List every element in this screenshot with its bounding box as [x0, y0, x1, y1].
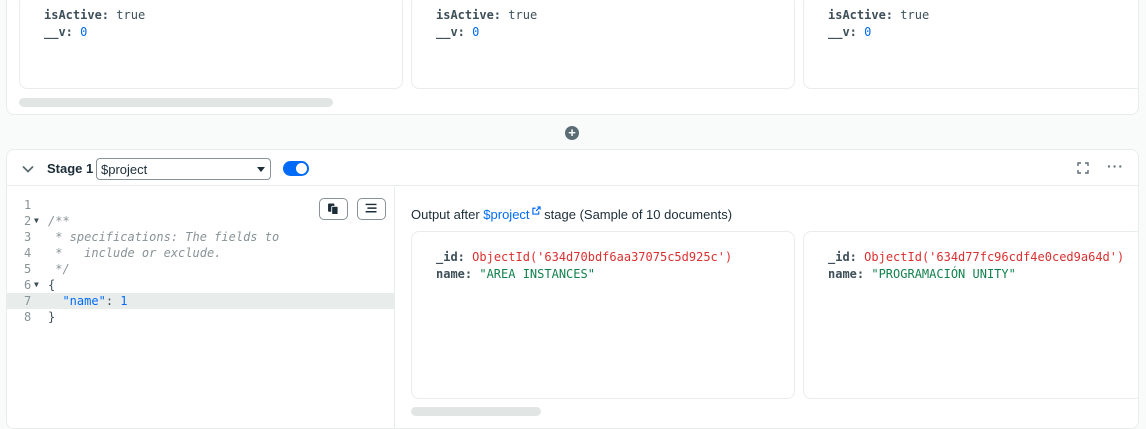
- stage-enabled-toggle[interactable]: [283, 161, 309, 176]
- external-link-icon[interactable]: [531, 206, 541, 215]
- stage-header: Stage 1 $project ···: [7, 150, 1138, 186]
- document-card: isActive: true __v: 0: [411, 0, 795, 89]
- stage-operator-select[interactable]: $project: [96, 158, 271, 180]
- field-value: 0: [472, 25, 480, 39]
- field-key: isActive:: [436, 8, 502, 22]
- line-number: 1: [24, 198, 32, 212]
- line-number: 6: [24, 278, 32, 292]
- fullscreen-icon[interactable]: [1076, 161, 1090, 175]
- stage-panel: Stage 1 $project ··· 1 2 ▼ 3 4 5 6 ▼ 7 8 /…: [6, 149, 1139, 429]
- line-number: 5: [24, 262, 32, 276]
- format-button[interactable]: [357, 198, 386, 220]
- field-value: "PROGRAMACIÓN UNITY": [871, 267, 1016, 281]
- code-line: "name": 1: [48, 293, 128, 309]
- output-label: Output after $project stage (Sample of 1…: [411, 206, 733, 222]
- document-card: _id: ObjectId('634d70bdf6aa37075c5d925c'…: [411, 231, 795, 399]
- field-value: ObjectId('634d70bdf6aa37075c5d925c'): [472, 250, 733, 264]
- caret-down-icon: [257, 167, 265, 172]
- line-number: 4: [24, 246, 32, 260]
- fold-arrow-icon[interactable]: ▼: [34, 213, 39, 229]
- operator-docs-link[interactable]: $project: [483, 207, 529, 222]
- chevron-down-icon[interactable]: [21, 162, 35, 176]
- line-number: 8: [24, 310, 32, 324]
- field-key: _id:: [828, 250, 857, 264]
- field-key: name:: [436, 267, 473, 281]
- code-comment: /**: [48, 214, 70, 228]
- horizontal-scrollbar[interactable]: [411, 407, 541, 416]
- copy-icon: [328, 203, 339, 215]
- field-value: true: [116, 8, 146, 22]
- field-key: _id:: [436, 250, 465, 264]
- document-card: isActive: true __v: 0: [19, 0, 403, 89]
- code-key: "name": [62, 294, 106, 308]
- field-value: ObjectId('634d77fc96cdf4e0ced9a64d'): [864, 250, 1125, 264]
- field-value: true: [508, 8, 538, 22]
- copy-button[interactable]: [319, 198, 348, 220]
- field-value: 0: [864, 25, 872, 39]
- field-key: __v:: [436, 25, 465, 39]
- line-number: 3: [24, 230, 32, 244]
- code-comment: */: [48, 262, 70, 276]
- field-value: "AREA INSTANCES": [479, 267, 595, 281]
- stage-label: Stage 1: [47, 161, 94, 176]
- field-key: isActive:: [44, 8, 110, 22]
- code-brace: {: [48, 278, 56, 292]
- field-key: name:: [828, 267, 865, 281]
- field-value: 0: [80, 25, 88, 39]
- field-key: __v:: [828, 25, 857, 39]
- more-options-icon[interactable]: ···: [1107, 158, 1124, 174]
- document-card: isActive: true __v: 0: [803, 0, 1138, 89]
- code-separator: :: [105, 294, 121, 308]
- code-comment: * include or exclude.: [48, 246, 222, 260]
- selected-operator: $project: [101, 162, 148, 177]
- field-key: __v:: [44, 25, 73, 39]
- code-value: 1: [120, 294, 128, 308]
- code-comment: * specifications: The fields to: [48, 230, 280, 244]
- previous-stage-output: isActive: true __v: 0 isActive: true __v…: [6, 0, 1139, 115]
- stage-code-editor[interactable]: 1 2 ▼ 3 4 5 6 ▼ 7 8 /** * specifications: …: [7, 187, 395, 428]
- document-card: _id: ObjectId('634d77fc96cdf4e0ced9a64d'…: [803, 231, 1138, 399]
- format-align-icon: [365, 203, 377, 213]
- horizontal-scrollbar[interactable]: [19, 98, 333, 107]
- plus-circle-icon[interactable]: +: [565, 126, 579, 140]
- code-brace: }: [48, 310, 56, 324]
- field-key: isActive:: [828, 8, 894, 22]
- line-number: 2: [24, 214, 32, 228]
- field-value: true: [900, 8, 930, 22]
- fold-arrow-icon[interactable]: ▼: [34, 277, 39, 293]
- line-number: 7: [24, 294, 32, 308]
